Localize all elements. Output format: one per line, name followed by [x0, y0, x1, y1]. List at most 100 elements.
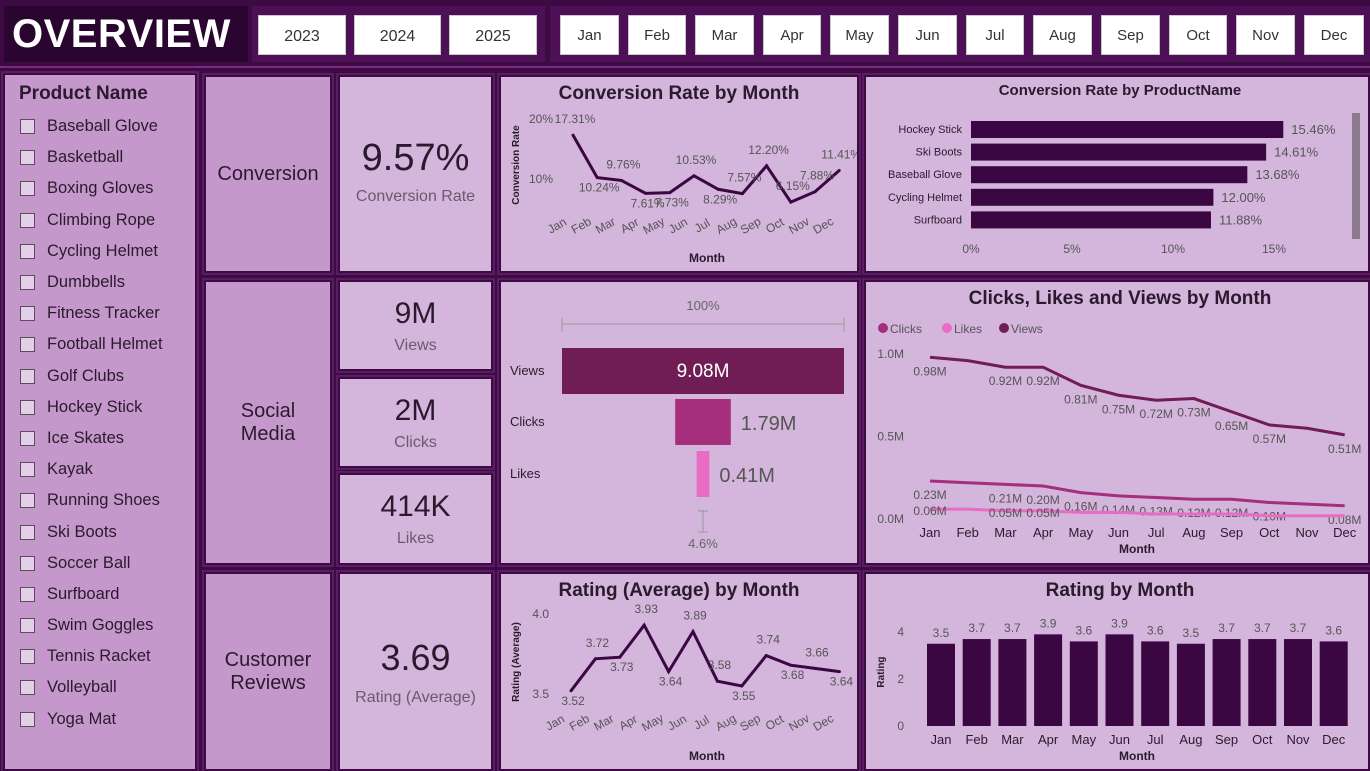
product-item[interactable]: Hockey Stick	[5, 392, 195, 423]
page-title: OVERVIEW	[4, 6, 248, 62]
month-button-apr[interactable]: Apr	[763, 15, 821, 55]
checkbox[interactable]	[20, 711, 35, 727]
month-button-mar[interactable]: Mar	[695, 15, 754, 55]
checkbox[interactable]	[20, 181, 35, 197]
checkbox[interactable]	[20, 462, 35, 478]
x-tick-label: Jan	[543, 712, 567, 734]
kpi-label: Likes	[396, 530, 435, 547]
data-label: 3.6	[1075, 623, 1092, 637]
month-button-jul[interactable]: Jul	[966, 15, 1024, 55]
product-item[interactable]: Climbing Rope	[5, 205, 195, 236]
year-button-2024[interactable]: 2024	[354, 15, 441, 55]
funnel-category-label: Views	[510, 363, 545, 378]
data-label: 3.52	[561, 694, 585, 708]
x-tick-label: Jun	[1108, 525, 1129, 540]
data-label: 3.93	[635, 602, 659, 616]
product-item[interactable]: Basketball	[5, 142, 195, 173]
x-tick-label: Apr	[1038, 732, 1059, 747]
checkbox[interactable]	[20, 493, 35, 509]
data-label: 3.7	[968, 621, 985, 635]
checkbox[interactable]	[20, 212, 35, 228]
month-button-dec[interactable]: Dec	[1304, 15, 1364, 55]
product-item-label: Tennis Racket	[47, 647, 151, 666]
checkbox[interactable]	[20, 275, 35, 291]
year-button-2025[interactable]: 2025	[449, 15, 537, 55]
data-point	[593, 657, 597, 661]
product-item[interactable]: Football Helmet	[5, 329, 195, 360]
month-button-oct[interactable]: Oct	[1169, 15, 1227, 55]
checkbox[interactable]	[20, 337, 35, 353]
product-item-label: Cycling Helmet	[47, 241, 158, 260]
kpi-label: Conversion Rate	[355, 187, 476, 205]
legend-label: Views	[1011, 322, 1043, 336]
checkbox[interactable]	[20, 150, 35, 166]
data-label: 3.7	[1254, 621, 1271, 635]
checkbox[interactable]	[20, 555, 35, 571]
x-axis-label: Month	[1119, 542, 1155, 556]
product-item[interactable]: Baseball Glove	[5, 111, 195, 142]
product-item[interactable]: Volleyball	[5, 672, 195, 703]
product-item[interactable]: Tennis Racket	[5, 641, 195, 672]
y-tick-label: 3.5	[532, 687, 549, 701]
data-label: 3.89	[683, 609, 707, 623]
checkbox[interactable]	[20, 586, 35, 602]
product-item[interactable]: Soccer Ball	[5, 548, 195, 579]
product-item-label: Kayak	[47, 460, 93, 479]
checkbox[interactable]	[20, 368, 35, 384]
product-item[interactable]: Running Shoes	[5, 485, 195, 516]
product-item[interactable]: Boxing Gloves	[5, 173, 195, 204]
x-tick-label: May	[640, 214, 667, 237]
y-tick-label: Surfboard	[914, 214, 962, 226]
bar	[1212, 639, 1241, 726]
product-item[interactable]: Swim Goggles	[5, 610, 195, 641]
bar	[1176, 643, 1205, 726]
y-tick-label: 0.0M	[877, 512, 904, 526]
checkbox[interactable]	[20, 430, 35, 446]
month-button-sep[interactable]: Sep	[1101, 15, 1160, 55]
product-item[interactable]: Cycling Helmet	[5, 236, 195, 267]
product-item[interactable]: Yoga Mat	[5, 704, 195, 735]
product-item-label: Ski Boots	[47, 522, 117, 541]
product-item-label: Surfboard	[47, 584, 120, 603]
checkbox[interactable]	[20, 243, 35, 259]
month-button-nov[interactable]: Nov	[1236, 15, 1295, 55]
product-item[interactable]: Kayak	[5, 454, 195, 485]
checkbox[interactable]	[20, 306, 35, 322]
year-button-2023[interactable]: 2023	[258, 15, 346, 55]
scrollbar	[1352, 113, 1360, 239]
month-button-aug[interactable]: Aug	[1033, 15, 1092, 55]
kpi-card-conversion: 9.57% Conversion Rate	[336, 73, 495, 275]
checkbox[interactable]	[20, 524, 35, 540]
conversion-bar-chart: Conversion Rate by ProductName Hockey Sti…	[888, 82, 1360, 256]
data-point	[715, 679, 719, 683]
x-tick-label: Sep	[1220, 525, 1243, 540]
data-label: 12.20%	[748, 143, 789, 157]
month-button-may[interactable]: May	[830, 15, 889, 55]
checkbox[interactable]	[20, 119, 35, 135]
product-item[interactable]: Surfboard	[5, 579, 195, 610]
checkbox[interactable]	[20, 399, 35, 415]
checkbox[interactable]	[20, 618, 35, 634]
x-tick-label: 10%	[1161, 242, 1185, 256]
funnel-top-label: 100%	[686, 298, 720, 313]
chart-title: Conversion Rate by ProductName	[999, 82, 1242, 99]
product-item[interactable]: Dumbbells	[5, 267, 195, 298]
x-tick-label: Apr	[618, 215, 641, 236]
data-point	[716, 187, 720, 191]
data-point	[813, 190, 817, 194]
section-label-social: Social Media	[202, 278, 334, 567]
month-button-jun[interactable]: Jun	[898, 15, 957, 55]
data-point	[837, 169, 841, 173]
month-button-feb[interactable]: Feb	[628, 15, 686, 55]
data-label: 3.9	[1040, 616, 1057, 630]
product-item[interactable]: Ice Skates	[5, 423, 195, 454]
bar	[1248, 639, 1277, 726]
checkbox[interactable]	[20, 649, 35, 665]
product-item[interactable]: Fitness Tracker	[5, 298, 195, 329]
product-item[interactable]: Golf Clubs	[5, 361, 195, 392]
checkbox[interactable]	[20, 680, 35, 696]
product-item[interactable]: Ski Boots	[5, 516, 195, 547]
y-tick-label: Cycling Helmet	[888, 192, 962, 204]
data-point	[813, 666, 817, 670]
month-button-jan[interactable]: Jan	[560, 15, 619, 55]
